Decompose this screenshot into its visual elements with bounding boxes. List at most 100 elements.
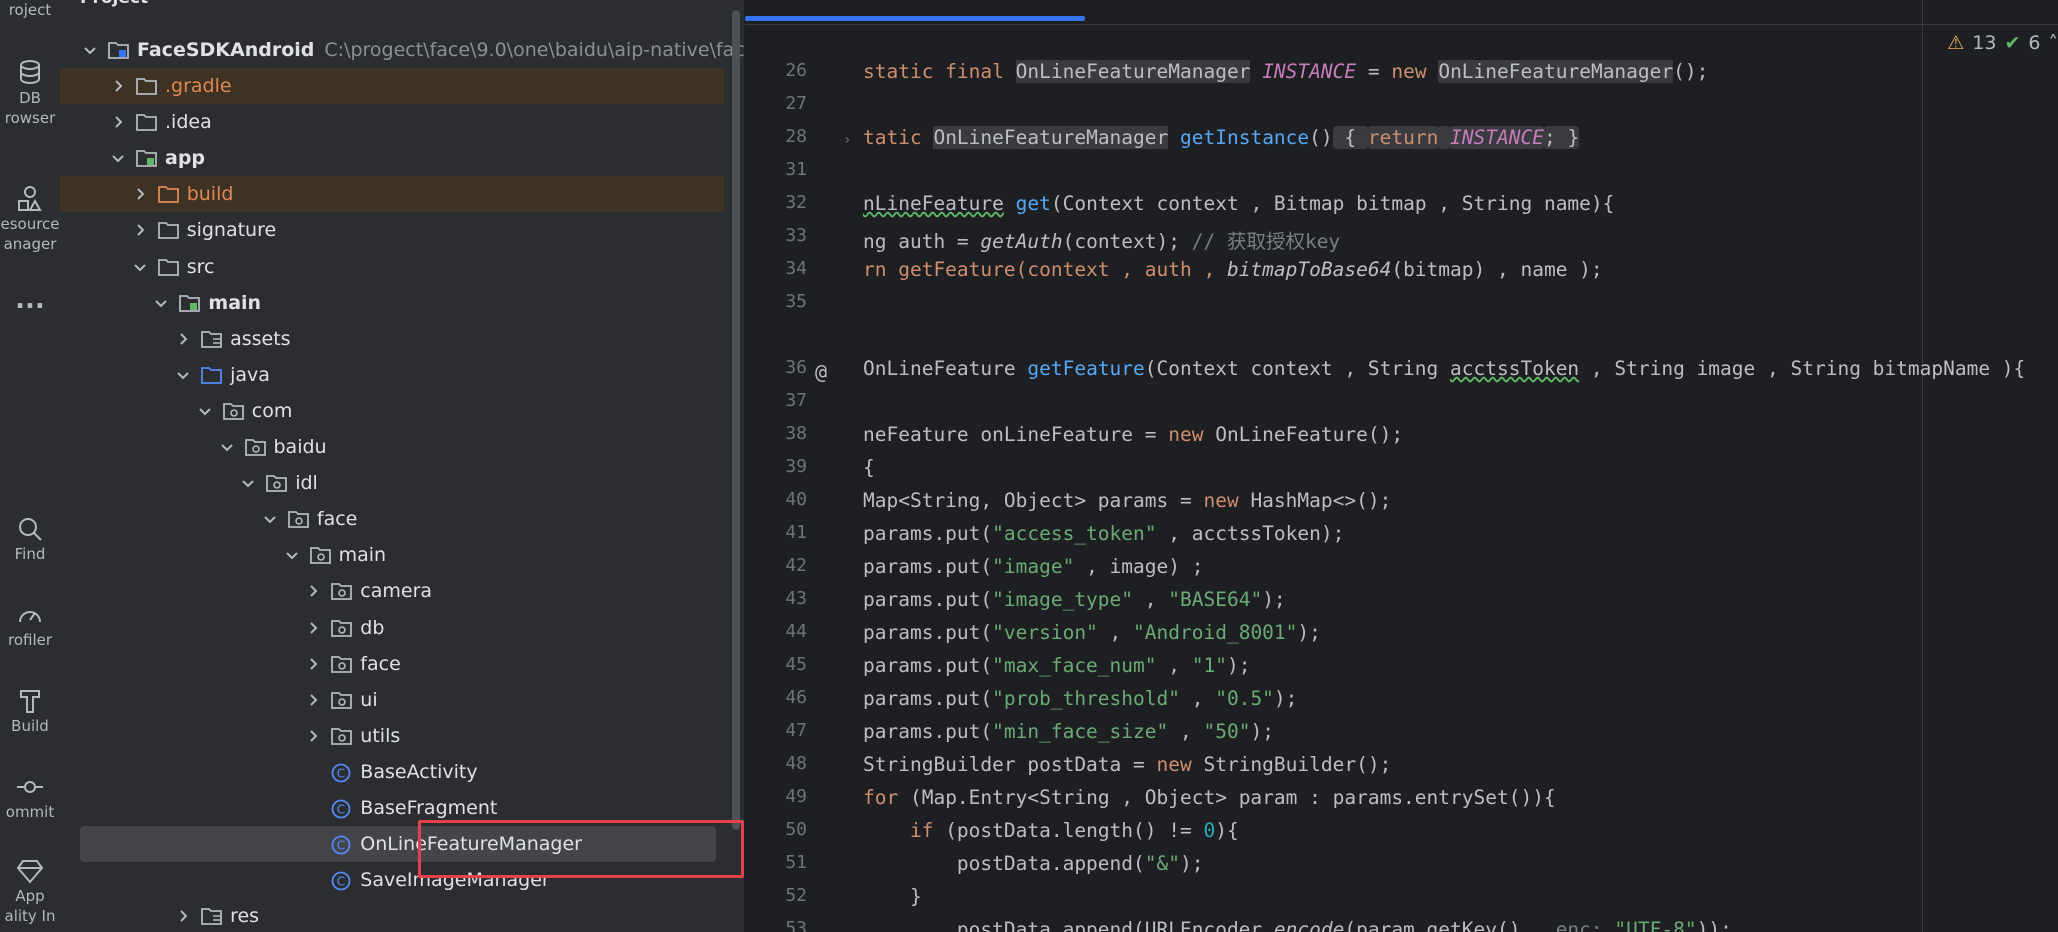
chevron-down-icon[interactable]	[175, 367, 191, 383]
module-folder-icon	[108, 41, 130, 59]
tree-item-label: .idea	[165, 111, 212, 134]
chevron-right-icon[interactable]	[132, 186, 148, 202]
tree-item-label: src	[186, 255, 215, 278]
build-tool-button[interactable]: Build	[0, 686, 60, 736]
project-scrollbar[interactable]	[732, 10, 740, 830]
tree-row-baidu[interactable]: baidu	[60, 429, 724, 465]
app-quality-tool-button[interactable]: App ality In	[0, 856, 60, 926]
profiler-icon	[19, 611, 41, 623]
tree-row-res[interactable]: res	[60, 898, 724, 932]
chevron-down-icon[interactable]	[110, 150, 126, 166]
chevron-right-icon[interactable]	[305, 728, 321, 744]
line-number: 38	[785, 423, 807, 444]
annotation-gutter-icon[interactable]: @	[815, 360, 827, 384]
chevron-down-icon[interactable]	[153, 295, 169, 311]
root-project-name: FaceSDKAndroid	[137, 39, 315, 61]
chevron-right-icon[interactable]	[175, 331, 191, 347]
commit-tool-button[interactable]: ommit	[0, 772, 60, 822]
tree-row-face[interactable]: face	[60, 646, 724, 682]
tree-row-root[interactable]: FaceSDKAndroid C:\progect\face\9.0\one\b…	[60, 32, 744, 68]
chevron-down-icon[interactable]	[219, 439, 235, 455]
tree-item-label: signature	[186, 219, 277, 242]
chevron-down-icon[interactable]	[197, 403, 213, 419]
chevron-down-icon[interactable]	[240, 475, 256, 491]
tree-item-label: camera	[360, 580, 433, 603]
chevron-down-icon[interactable]	[284, 547, 300, 563]
tree-row-app[interactable]: app	[60, 140, 724, 176]
database-icon	[20, 60, 40, 85]
chevron-right-icon[interactable]	[132, 222, 148, 238]
chevron-right-icon[interactable]	[305, 656, 321, 672]
profiler-label: rofiler	[7, 631, 53, 649]
code-line-32: nLineFeature get(Context context , Bitma…	[863, 192, 1615, 215]
tree-row-utils[interactable]: utils	[60, 718, 724, 754]
chevron-right-icon[interactable]	[305, 583, 321, 599]
tree-item-label: assets	[230, 327, 291, 350]
profiler-tool-button[interactable]: rofiler	[0, 600, 60, 650]
tree-row-main[interactable]: main	[60, 285, 724, 321]
package-icon	[331, 691, 353, 709]
tree-row-face[interactable]: face	[60, 501, 724, 537]
chevron-down-icon[interactable]	[132, 259, 148, 275]
fold-expand-icon[interactable]: ›	[843, 132, 851, 148]
code-editor[interactable]: ⚠ 13 ✔ 6 ˄ 26 27 28 31 32 33 34 35 36 37 38 39 40 41 4…	[745, 0, 2058, 932]
tree-row-db[interactable]: db	[60, 610, 724, 646]
chevron-right-icon[interactable]	[175, 908, 191, 924]
tree-row-main[interactable]: main	[60, 537, 724, 573]
tree-row-java[interactable]: java	[60, 357, 724, 393]
tree-row-assets[interactable]: assets	[60, 321, 724, 357]
line-number: 34	[785, 258, 807, 279]
more-tools-button[interactable]: ...	[0, 287, 60, 313]
find-tool-button[interactable]: Find	[0, 514, 60, 564]
tree-item-label: res	[230, 905, 260, 928]
chevron-right-icon[interactable]	[305, 620, 321, 636]
chevron-right-icon[interactable]	[110, 78, 126, 94]
tree-row-idl[interactable]: idl	[60, 465, 724, 501]
app-quality-icon	[16, 860, 44, 884]
line-number: 53	[785, 918, 807, 932]
tree-row-baseactivity[interactable]: C BaseActivity	[60, 754, 724, 790]
tree-row-com[interactable]: com	[60, 393, 724, 429]
tool-window-bar: roject DB rowser esource anager ... Find…	[0, 0, 61, 932]
build-icon	[20, 690, 40, 713]
class-icon: C	[331, 835, 353, 855]
chevron-down-icon[interactable]	[262, 511, 278, 527]
line-number: 28	[785, 126, 807, 147]
tree-item-label: utils	[360, 724, 401, 747]
code-line-43: params.put("image_type" , "BASE64");	[863, 588, 1286, 611]
svg-text:C: C	[337, 803, 345, 817]
chevron-right-icon[interactable]	[110, 114, 126, 130]
commit-icon	[17, 781, 43, 793]
tree-row-camera[interactable]: camera	[60, 573, 724, 609]
tree-row--gradle[interactable]: .gradle	[60, 68, 724, 104]
source-folder-icon	[201, 366, 223, 384]
project-tool-button[interactable]: roject	[0, 0, 60, 20]
tree-row-build[interactable]: build	[60, 176, 724, 213]
line-number: 48	[785, 753, 807, 774]
db-browser-tool-button[interactable]: DB rowser	[0, 58, 60, 128]
tree-row-src[interactable]: src	[60, 249, 724, 285]
line-number: 31	[785, 159, 807, 180]
code-line-49: for (Map.Entry<String , Object> param : …	[863, 786, 1556, 809]
line-number: 26	[785, 60, 807, 81]
tree-item-label: db	[360, 616, 385, 639]
line-number: 43	[785, 588, 807, 609]
app-quality-label: App ality In	[4, 887, 56, 925]
project-panel: Project FaceSDKAndroid C:\progect\face\9…	[60, 0, 745, 932]
package-icon	[331, 582, 353, 601]
code-area[interactable]: static final OnLineFeatureManager INSTAN…	[863, 0, 2058, 932]
code-line-52: }	[863, 885, 922, 908]
tree-row-ui[interactable]: ui	[60, 682, 724, 718]
code-line-50: if (postData.length() != 0){	[909, 819, 1239, 842]
line-number: 37	[785, 390, 807, 411]
tree-row-signature[interactable]: signature	[60, 212, 724, 248]
resource-manager-tool-button[interactable]: esource anager	[0, 184, 60, 254]
package-icon	[309, 546, 332, 565]
chevron-right-icon[interactable]	[305, 692, 321, 708]
root-project-path: C:\progect\face\9.0\one\baidu\aip-native…	[324, 39, 744, 61]
code-line-33: ng auth = getAuth(context); // 获取授权key	[863, 230, 1341, 253]
tree-row--idea[interactable]: .idea	[60, 104, 724, 140]
chevron-down-icon[interactable]	[82, 42, 98, 58]
resources-folder-icon	[201, 907, 223, 926]
